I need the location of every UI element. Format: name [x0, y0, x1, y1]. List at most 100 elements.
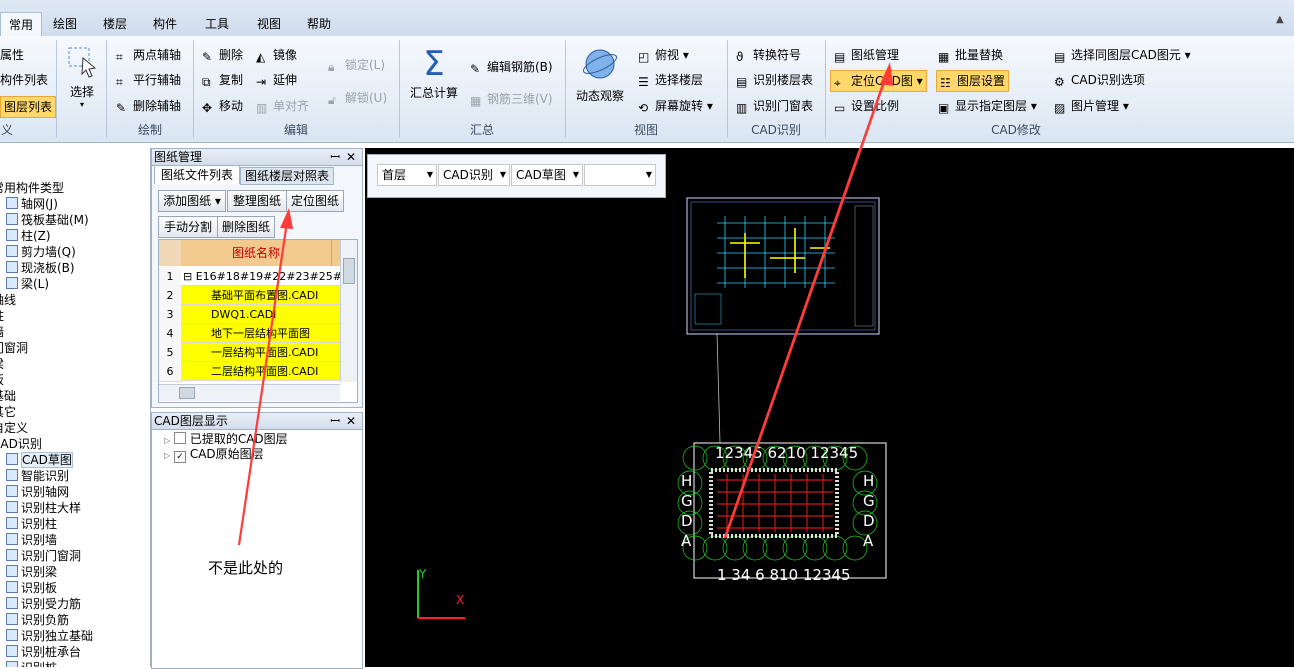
close-icon[interactable]: ✕ — [346, 413, 356, 429]
tab-common[interactable]: 常用 — [0, 12, 42, 37]
tree-item[interactable]: 轴网(J) — [6, 196, 58, 212]
tree-item[interactable]: 剪力墙(Q) — [6, 244, 76, 260]
checkbox-unchecked[interactable] — [173, 432, 186, 444]
parallel-axis-button[interactable]: ⌗ 平行辅轴 — [116, 70, 181, 90]
tab-drawing-file-list[interactable]: 图纸文件列表 — [154, 165, 240, 184]
tree-item[interactable]: 智能识别 — [6, 468, 69, 484]
manual-split-button[interactable]: 手动分割 — [158, 216, 218, 238]
top-view-button[interactable]: ◰ 俯视 ▾ — [638, 45, 689, 65]
add-drawing-button[interactable]: 添加图纸 ▾ — [158, 190, 226, 212]
tree-item[interactable]: 梁 — [0, 356, 4, 372]
tree-item[interactable]: 识别柱大样 — [6, 500, 81, 516]
tree-item[interactable]: 其它 — [0, 404, 16, 420]
locate-drawing-button[interactable]: 定位图纸 — [286, 190, 344, 212]
delete-axis-button[interactable]: ✎ 删除辅轴 — [116, 96, 181, 116]
locate-cad-button[interactable]: ⌖ 定位CAD图 ▾ — [830, 70, 927, 92]
tree-item[interactable]: 门窗洞 — [0, 340, 28, 356]
batch-replace-button[interactable]: ▦ 批量替换 — [938, 45, 1003, 65]
tree-item[interactable]: 筏板基础(M) — [6, 212, 89, 228]
mirror-button[interactable]: ◭ 镜像 — [256, 45, 297, 65]
rebar-3d-button[interactable]: ▦ 钢筋三维(V) — [470, 89, 553, 109]
layer-extracted[interactable]: ▷ 已提取的CAD图层 — [164, 431, 288, 447]
tree-item[interactable]: 识别独立基础 — [6, 628, 93, 644]
convert-symbol-button[interactable]: ϑ 转换符号 — [736, 45, 801, 65]
tab-component[interactable]: 构件 — [148, 12, 182, 36]
delete-drawing-button[interactable]: 删除图纸 — [217, 216, 275, 238]
two-point-axis-button[interactable]: ⌗ 两点辅轴 — [116, 45, 181, 65]
tree-item[interactable]: 识别板 — [6, 580, 57, 596]
collapse-ribbon-icon[interactable]: ▲ — [1276, 14, 1284, 25]
layer-list-button[interactable]: 图层列表 — [0, 96, 57, 118]
pin-icon[interactable]: ꟷ — [330, 149, 340, 165]
single-align-button[interactable]: ▥ 单对齐 — [256, 96, 309, 116]
tree-item[interactable]: 常用构件类型 — [0, 180, 64, 196]
recognize-floor-table-button[interactable]: ▤ 识别楼层表 — [736, 70, 813, 90]
drawing-manage-button[interactable]: ▤ 图纸管理 — [834, 45, 899, 65]
tree-item[interactable]: 基础 — [0, 388, 16, 404]
drawing-row[interactable]: 基础平面布置图.CADI — [181, 286, 340, 305]
tree-item[interactable]: CAD草图 — [6, 452, 73, 468]
tree-item[interactable]: 识别受力筋 — [6, 596, 81, 612]
cad-recognition-options-button[interactable]: ⚙ CAD识别选项 — [1054, 70, 1145, 90]
screen-rotate-button[interactable]: ⟲ 屏幕旋转 ▾ — [638, 96, 713, 116]
tree-item[interactable]: 轴线 — [0, 292, 16, 308]
select-button[interactable]: 选择 ▾ — [62, 44, 102, 109]
pin-icon[interactable]: ꟷ — [330, 413, 340, 429]
select-floor-button[interactable]: ☰ 选择楼层 — [638, 70, 703, 90]
delete-button[interactable]: ✎ 删除 — [202, 45, 243, 65]
tree-item[interactable]: CAD识别 — [0, 436, 42, 452]
copy-button[interactable]: ⧉ 复制 — [202, 70, 243, 90]
unlock-button[interactable]: 🔓︎ 解锁(U) — [328, 88, 387, 108]
layer-settings-button[interactable]: ☷ 图层设置 — [936, 70, 1010, 92]
expand-icon[interactable]: ▷ — [164, 451, 170, 460]
edit-rebar-button[interactable]: ✎ 编辑钢筋(B) — [470, 57, 553, 77]
tree-item[interactable]: 柱(Z) — [6, 228, 51, 244]
summary-calc-button[interactable]: Σ 汇总计算 — [404, 44, 464, 101]
tree-item[interactable]: 板 — [0, 372, 4, 388]
tree-item[interactable]: 识别门窗洞 — [6, 548, 81, 564]
set-scale-button[interactable]: ▭ 设置比例 — [834, 96, 899, 116]
tree-item[interactable]: 梁(L) — [6, 276, 49, 292]
tree-item[interactable]: 识别桩 — [6, 660, 57, 667]
tab-help[interactable]: 帮助 — [302, 12, 336, 36]
horizontal-scrollbar[interactable] — [159, 384, 340, 401]
layer-original[interactable]: ▷ ✓ CAD原始图层 — [164, 446, 264, 463]
vertical-scrollbar[interactable] — [340, 240, 357, 382]
tab-drawing-floor-table[interactable]: 图纸楼层对照表 — [240, 167, 334, 185]
tree-item[interactable]: 识别梁 — [6, 564, 57, 580]
tree-item[interactable]: 识别轴网 — [6, 484, 69, 500]
arrange-drawing-button[interactable]: 整理图纸 — [227, 190, 287, 212]
drawing-row[interactable]: ⊟ E16#18#19#22#23#25#04 — [181, 267, 340, 286]
move-button[interactable]: ✥ 移动 — [202, 96, 243, 116]
image-manage-button[interactable]: ▨ 图片管理 ▾ — [1054, 96, 1129, 116]
component-list-button[interactable]: 构件列表 — [0, 70, 48, 90]
select-same-layer-button[interactable]: ▤ 选择同图层CAD图元 ▾ — [1054, 45, 1191, 65]
dynamic-view-button[interactable]: 动态观察 — [570, 44, 630, 104]
tree-item[interactable]: 识别柱 — [6, 516, 57, 532]
drawing-row[interactable]: 一层结构平面图.CADI — [181, 343, 340, 362]
tree-item[interactable]: 墙 — [0, 324, 4, 340]
tab-floor[interactable]: 楼层 — [98, 12, 132, 36]
tree-item[interactable]: 现浇板(B) — [6, 260, 75, 276]
close-icon[interactable]: ✕ — [346, 149, 356, 165]
tree-item[interactable]: 自定义 — [0, 420, 28, 436]
tab-tools[interactable]: 工具 — [200, 12, 234, 36]
scroll-thumb[interactable] — [343, 258, 355, 284]
drawing-row[interactable]: 二层结构平面图.CADI — [181, 362, 340, 381]
tree-item[interactable]: 识别桩承台 — [6, 644, 81, 660]
show-specified-layer-button[interactable]: ▣ 显示指定图层 ▾ — [938, 96, 1037, 116]
drawing-row[interactable]: 地下一层结构平面图 — [181, 324, 340, 343]
collapse-icon[interactable]: ⊟ — [183, 270, 196, 283]
tab-view[interactable]: 视图 — [252, 12, 286, 36]
checkbox-checked[interactable]: ✓ — [173, 451, 186, 463]
properties-button[interactable]: 属性 — [0, 45, 24, 65]
expand-icon[interactable]: ▷ — [164, 436, 170, 445]
extend-button[interactable]: ⇥ 延伸 — [256, 70, 297, 90]
drawing-row[interactable]: DWQ1.CADI — [181, 305, 340, 324]
tree-item[interactable]: 识别负筋 — [6, 612, 69, 628]
tree-item[interactable]: 识别墙 — [6, 532, 57, 548]
tree-item[interactable]: 柱 — [0, 308, 4, 324]
lock-button[interactable]: 🔒︎ 锁定(L) — [328, 55, 385, 75]
h-scroll-thumb[interactable] — [179, 387, 195, 399]
tab-draw[interactable]: 绘图 — [48, 12, 82, 36]
